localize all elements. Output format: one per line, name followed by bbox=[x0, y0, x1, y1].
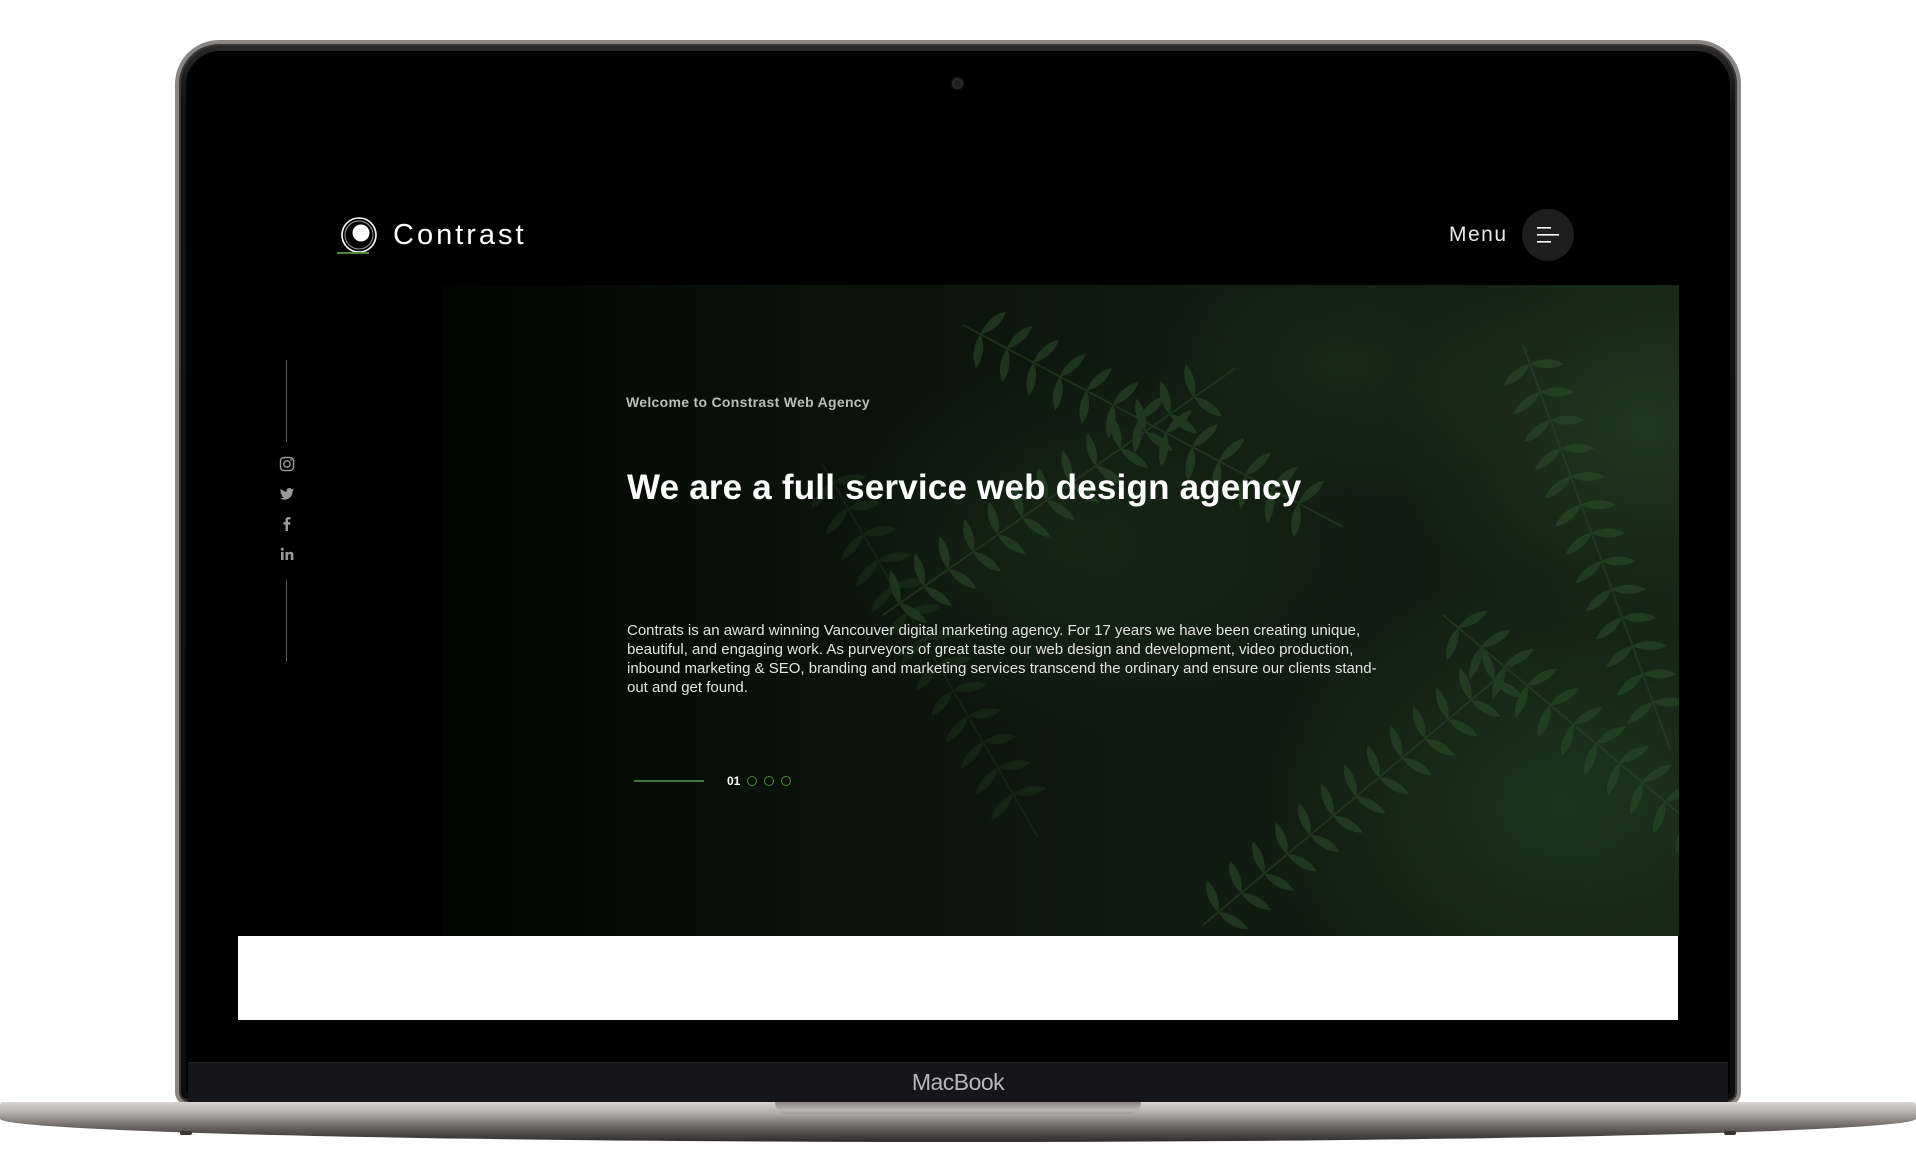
social-divider-top bbox=[286, 360, 287, 442]
slider-current-number: 01 bbox=[727, 774, 741, 788]
logo-underline bbox=[337, 252, 369, 254]
slider-dot[interactable] bbox=[781, 776, 792, 786]
laptop-notch bbox=[775, 1102, 1141, 1114]
menu-toggle[interactable]: Menu bbox=[1449, 209, 1574, 261]
hero-background-image bbox=[443, 285, 1679, 936]
logo-text: Contrast bbox=[393, 218, 527, 251]
instagram-icon[interactable] bbox=[279, 456, 295, 472]
website-screen: Contrast Menu Welcome to Constrast Web A… bbox=[237, 118, 1679, 1020]
camera-icon bbox=[952, 78, 963, 89]
fern-leaves-image bbox=[443, 308, 1679, 936]
hero-slider-pagination: 01 bbox=[634, 774, 798, 788]
slider-dot[interactable] bbox=[764, 776, 775, 786]
hamburger-icon bbox=[1536, 227, 1559, 243]
site-logo[interactable]: Contrast bbox=[339, 215, 527, 255]
macbook-label: MacBook bbox=[911, 1069, 1005, 1095]
ring-logo-icon bbox=[341, 217, 377, 253]
laptop-foot bbox=[180, 1131, 192, 1135]
hero-description: Contrats is an award winning Vancouver d… bbox=[627, 622, 1377, 696]
next-section bbox=[238, 936, 1678, 1020]
twitter-icon[interactable] bbox=[279, 486, 295, 502]
laptop-foot bbox=[1724, 1131, 1736, 1135]
menu-label[interactable]: Menu bbox=[1449, 223, 1508, 247]
social-divider-bottom bbox=[286, 580, 287, 662]
slider-progress-line bbox=[634, 780, 704, 782]
linkedin-icon[interactable] bbox=[279, 546, 295, 562]
hero-headline: We are a full service web design agency bbox=[627, 468, 1302, 507]
menu-button[interactable] bbox=[1521, 209, 1574, 261]
facebook-icon[interactable] bbox=[279, 516, 295, 532]
slider-dot[interactable] bbox=[747, 776, 758, 786]
laptop-chin: MacBook bbox=[188, 1062, 1728, 1102]
hero-kicker: Welcome to Constrast Web Agency bbox=[626, 394, 870, 410]
